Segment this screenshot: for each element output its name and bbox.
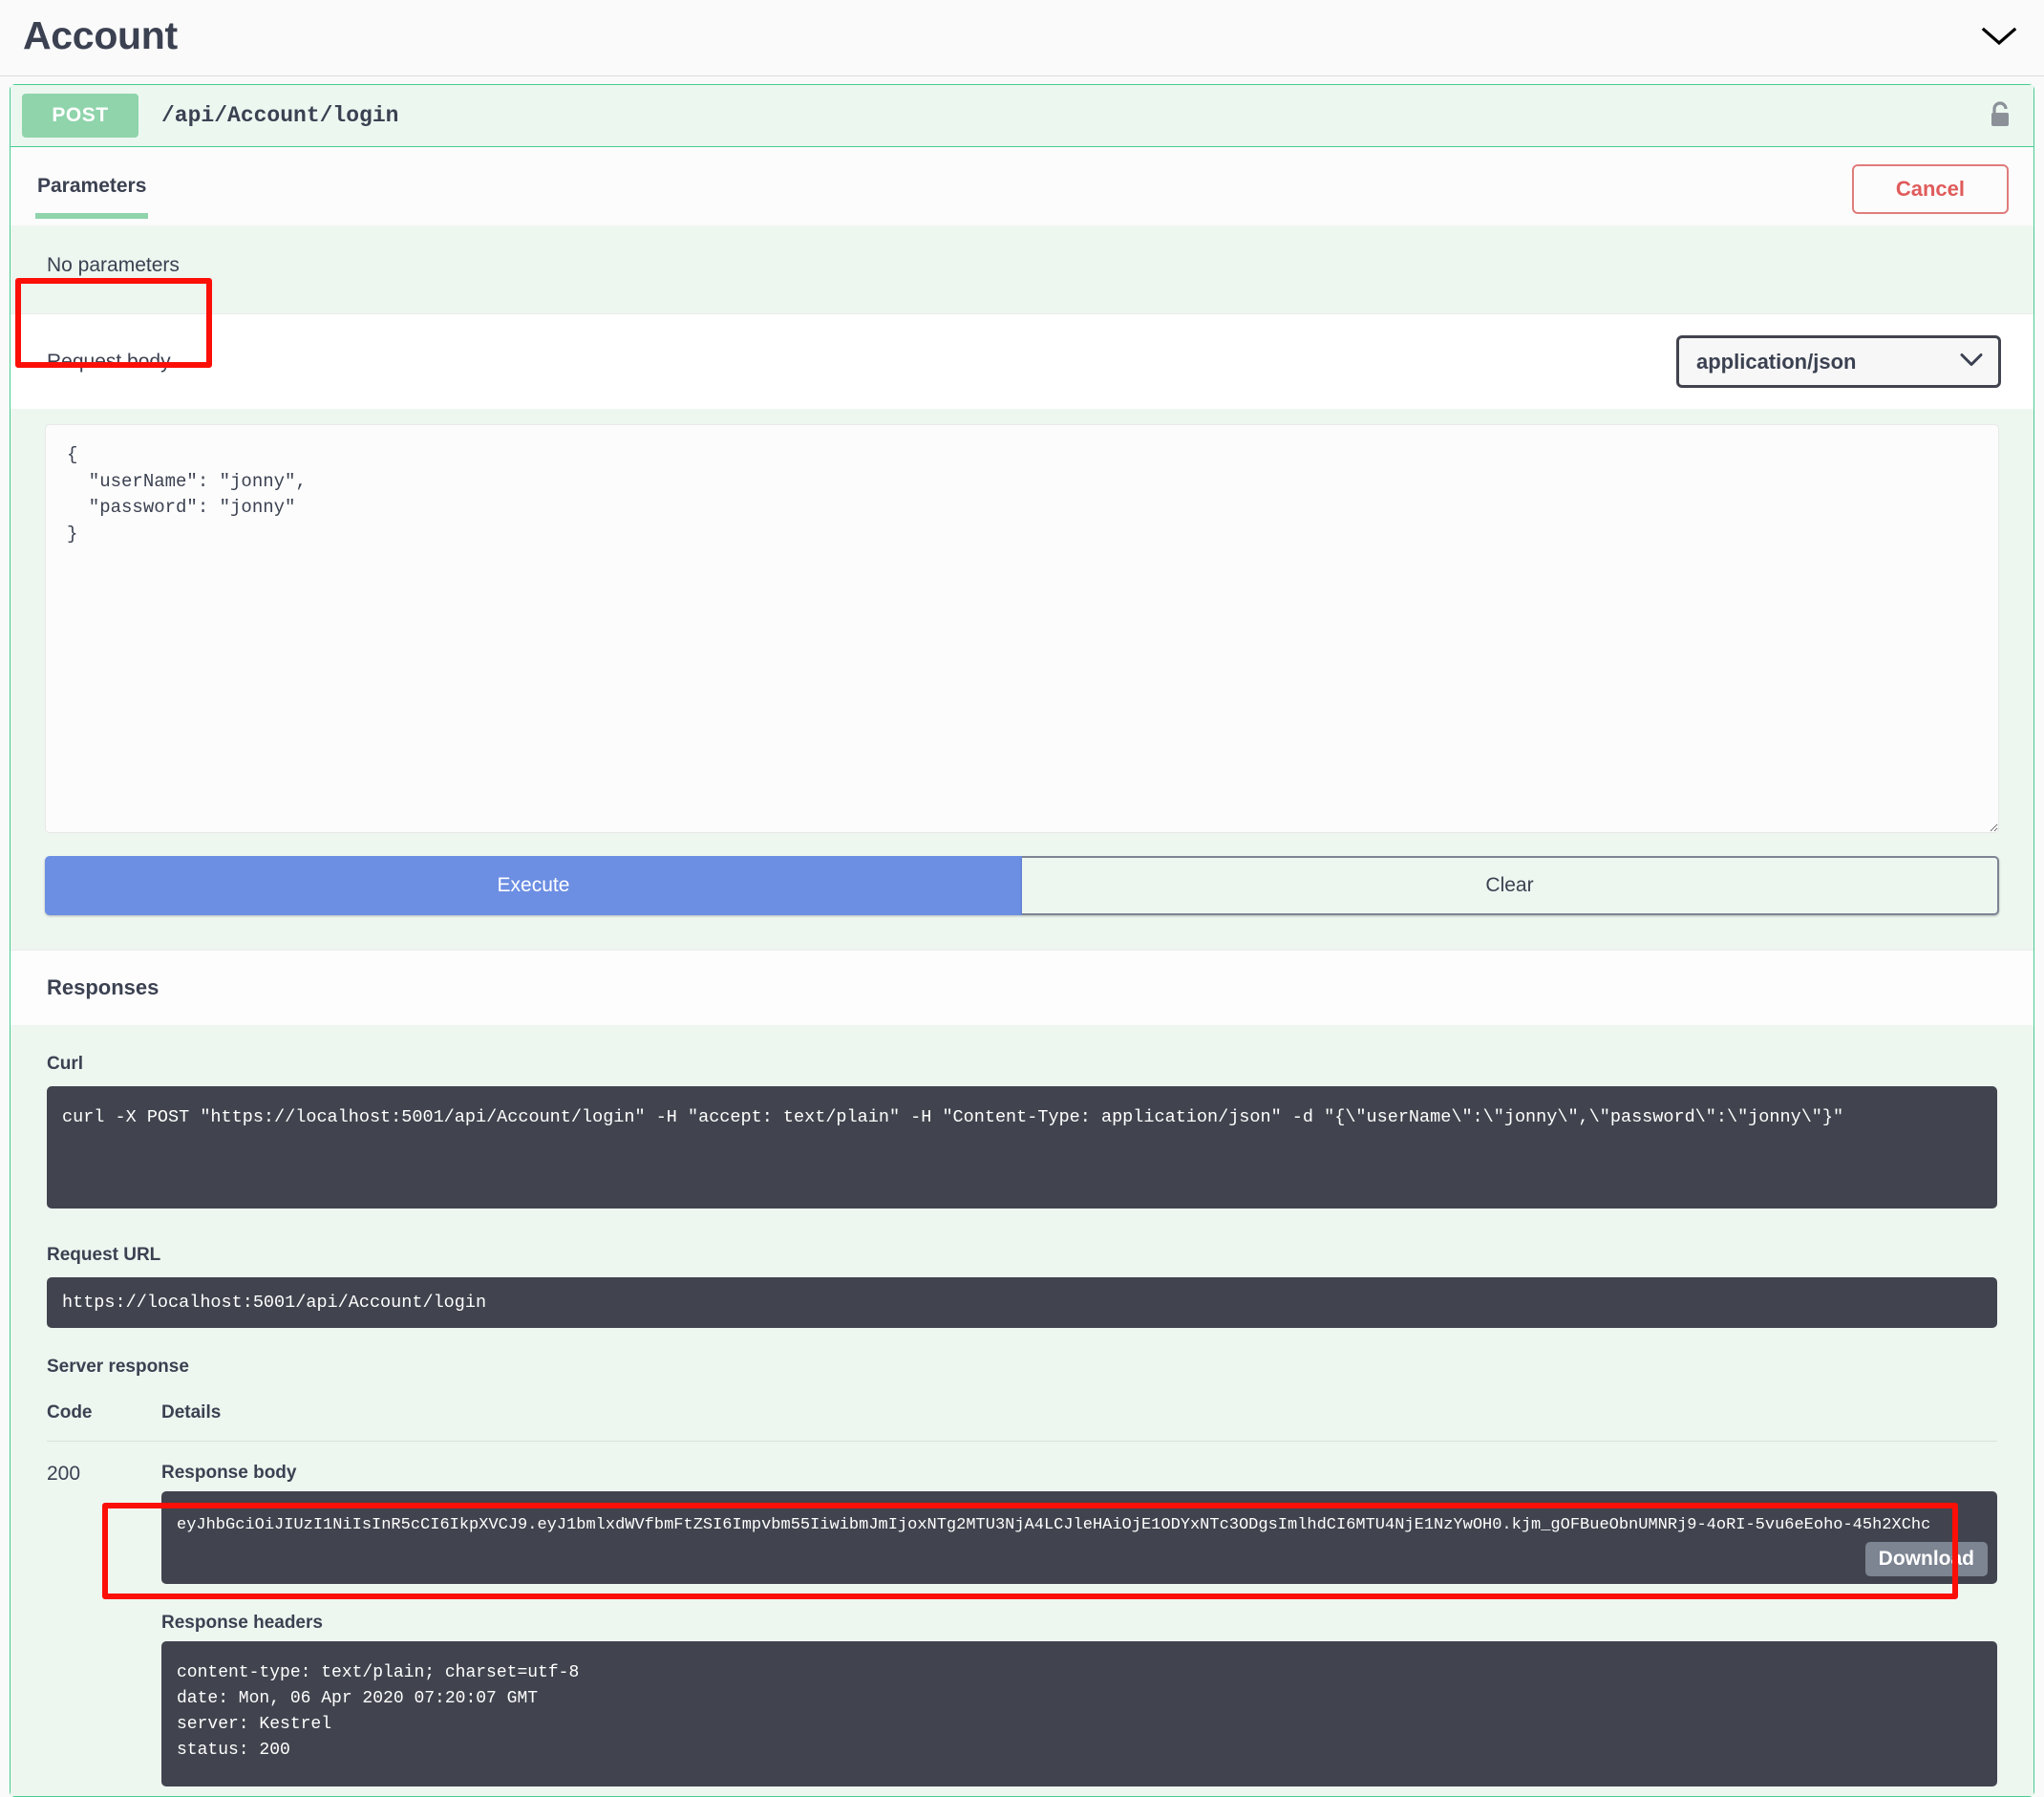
tab-parameters[interactable]: Parameters	[35, 171, 149, 219]
endpoint-path: /api/Account/login	[161, 103, 399, 128]
server-response-label: Server response	[47, 1357, 189, 1377]
response-headers-label: Response headers	[161, 1613, 323, 1633]
curl-command-box[interactable]: curl -X POST "https://localhost:5001/api…	[47, 1086, 1997, 1209]
responses-section: Curl curl -X POST "https://localhost:500…	[11, 1025, 2033, 1796]
action-buttons: Execute Clear	[11, 856, 2033, 950]
page-title: Account	[23, 13, 178, 57]
request-url-box: https://localhost:5001/api/Account/login	[47, 1277, 1997, 1328]
cancel-button[interactable]: Cancel	[1851, 164, 2009, 214]
opblock-summary[interactable]: POST /api/Account/login	[11, 85, 2033, 147]
request-body-row: Request body application/json	[11, 313, 2033, 409]
curl-label: Curl	[47, 1054, 83, 1074]
table-header-row: Code Details	[47, 1402, 1997, 1442]
request-body-editor-wrap	[11, 409, 2033, 856]
responses-section-title: Responses	[11, 950, 2033, 1025]
column-header-code: Code	[47, 1402, 161, 1442]
column-header-details: Details	[161, 1402, 1997, 1442]
no-parameters-text: No parameters	[11, 225, 2033, 313]
opblock-body: Parameters Cancel No parameters Request …	[11, 147, 2033, 1796]
swagger-ui-page: Account POST /api/Account/login Paramete…	[0, 0, 2044, 1797]
clear-button[interactable]: Clear	[1022, 856, 1999, 915]
response-body-label: Response body	[161, 1463, 297, 1483]
unlocked-padlock-icon[interactable]	[1982, 97, 2012, 134]
request-body-textarea[interactable]	[45, 424, 1999, 833]
response-headers-box: content-type: text/plain; charset=utf-8 …	[161, 1641, 1997, 1786]
response-body-token[interactable]: eyJhbGciOiJIUzI1NiIsInR5cCI6IkpXVCJ9.eyJ…	[177, 1516, 1930, 1534]
response-code: 200	[47, 1463, 81, 1485]
execute-button[interactable]: Execute	[45, 856, 1022, 915]
chevron-down-icon[interactable]	[1977, 14, 2021, 58]
http-method-badge: POST	[22, 94, 138, 138]
request-url-label: Request URL	[47, 1245, 161, 1265]
table-row: 200 Response body eyJhbGciOiJIUzI1NiIsIn…	[47, 1442, 1997, 1786]
tabs-row: Parameters Cancel	[11, 147, 2033, 225]
response-body-box: eyJhbGciOiJIUzI1NiIsInR5cCI6IkpXVCJ9.eyJ…	[161, 1491, 1997, 1584]
responses-table: Code Details 200 Response body eyJhbGciO…	[47, 1402, 1997, 1786]
media-type-select[interactable]: application/json	[1676, 335, 2001, 388]
response-details: Response body eyJhbGciOiJIUzI1NiIsInR5cC…	[161, 1442, 1997, 1786]
tag-header-account[interactable]: Account	[0, 0, 2044, 76]
opblock-post-account-login: POST /api/Account/login Parameters Cance…	[10, 84, 2034, 1797]
download-button[interactable]: Download	[1864, 1542, 1988, 1576]
request-body-label: Request body	[47, 350, 171, 373]
media-type-select-wrap: application/json	[1676, 335, 2001, 388]
